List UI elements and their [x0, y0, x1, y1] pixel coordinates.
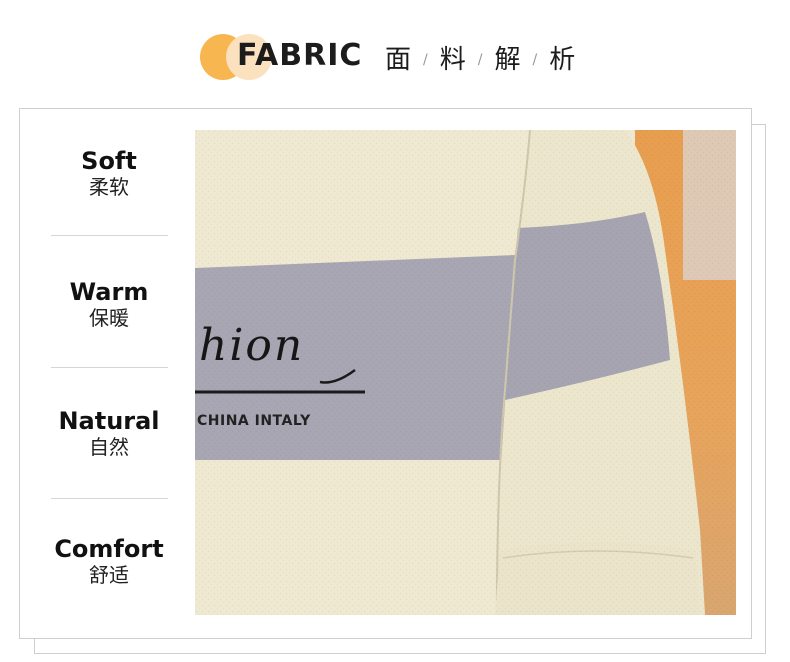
title-separator: / [477, 52, 483, 68]
feature-natural: Natural 自然 [50, 407, 168, 459]
feature-label-en: Warm [69, 278, 149, 306]
feature-divider [51, 367, 168, 368]
section-title-cn: 面 / 料 / 解 / 析 [385, 40, 576, 75]
title-char: 面 [385, 44, 412, 75]
print-brand-text: CHINA INTALY [197, 413, 311, 429]
feature-label-cn: 舒适 [89, 563, 129, 587]
title-char: 析 [549, 44, 576, 75]
feature-label-cn: 保暖 [89, 306, 129, 330]
knit-texture [195, 130, 736, 615]
title-char: 解 [494, 44, 521, 75]
title-separator: / [532, 52, 538, 68]
feature-label-en: Natural [58, 407, 160, 435]
fabric-illustration [195, 130, 736, 615]
print-script-text: hion [199, 320, 305, 371]
section-title-en: FABRIC [237, 38, 363, 73]
feature-label-en: Comfort [54, 535, 164, 563]
feature-label-cn: 自然 [89, 435, 129, 459]
title-char: 料 [439, 44, 466, 75]
feature-comfort: Comfort 舒适 [50, 535, 168, 587]
feature-divider [51, 498, 168, 499]
feature-label-cn: 柔软 [89, 175, 129, 199]
title-separator: / [423, 52, 428, 68]
section-header: FABRIC 面 / 料 / 解 / 析 [0, 0, 790, 110]
feature-warm: Warm 保暖 [50, 278, 168, 330]
feature-label-en: Soft [81, 147, 137, 175]
feature-soft: Soft 柔软 [50, 147, 168, 199]
fabric-photo: hion CHINA INTALY [195, 130, 736, 615]
feature-divider [51, 235, 168, 236]
